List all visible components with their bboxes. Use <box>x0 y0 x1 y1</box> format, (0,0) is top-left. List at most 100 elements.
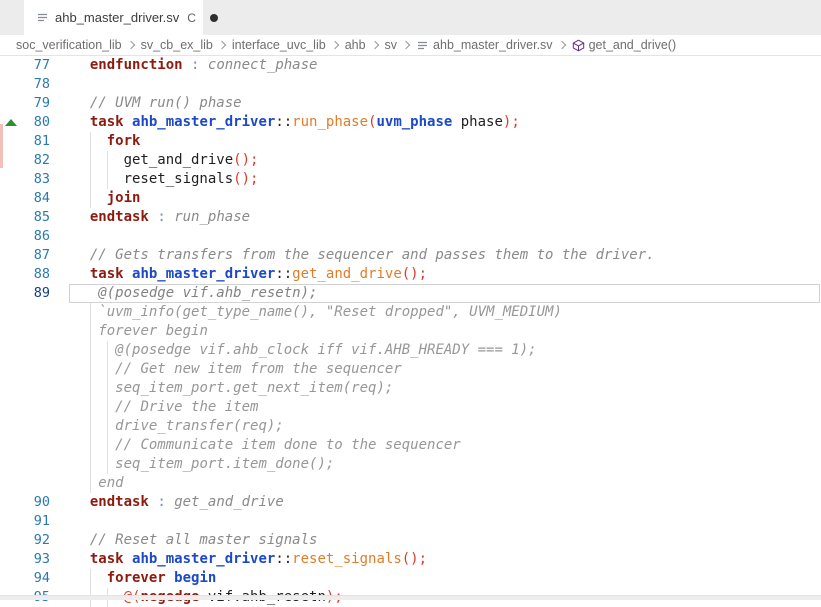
line-number[interactable]: 82 <box>24 151 50 170</box>
indent-guide <box>90 360 91 379</box>
code-line-ghost[interactable]: forever begin <box>0 322 821 341</box>
code-line-89[interactable]: 89 @(posedge vif.ahb_resetn); <box>0 284 821 303</box>
chevron-right-icon <box>370 41 378 49</box>
code-line-ghost[interactable]: @(posedge vif.ahb_clock iff vif.AHB_HREA… <box>0 341 821 360</box>
line-number <box>24 303 50 322</box>
indent-guide <box>107 398 108 417</box>
tab-ahb-master-driver[interactable]: ahb_master_driver.sv C <box>24 0 203 35</box>
code-line-79[interactable]: 79 // UVM run() phase <box>0 94 821 113</box>
token: (); <box>402 266 427 282</box>
ghost-suggestion-text: // Get new item from the sequencer <box>115 361 402 377</box>
ghost-text: @(posedge vif.ahb_clock iff vif.AHB_HREA… <box>73 341 821 360</box>
code-line-84[interactable]: 84 join <box>0 189 821 208</box>
line-number[interactable]: 85 <box>24 208 50 227</box>
code-line-ghost[interactable]: // Get new item from the sequencer <box>0 360 821 379</box>
line-number[interactable]: 93 <box>24 550 50 569</box>
code-line-83[interactable]: 83 reset_signals(); <box>0 170 821 189</box>
code-line-ghost[interactable]: `uvm_info(get_type_name(), "Reset droppe… <box>0 303 821 322</box>
line-number[interactable]: 81 <box>24 132 50 151</box>
glyph-margin <box>0 284 24 303</box>
code-line-ghost[interactable]: seq_item_port.get_next_item(req); <box>0 379 821 398</box>
glyph-margin <box>0 132 24 151</box>
ghost-suggestion-text: `uvm_info(get_type_name(), "Reset droppe… <box>98 304 562 320</box>
glyph-margin <box>0 417 24 436</box>
token: begin <box>174 570 216 586</box>
indent-guide <box>90 569 91 588</box>
code-line-77[interactable]: 77 endfunction : connect_phase <box>0 56 821 75</box>
token: :: <box>275 551 292 567</box>
line-number[interactable]: 78 <box>24 75 50 94</box>
code-line-ghost[interactable]: seq_item_port.item_done(); <box>0 455 821 474</box>
line-number[interactable]: 89 <box>24 284 50 303</box>
unsaved-changes-indicator[interactable] <box>210 14 218 22</box>
line-number[interactable]: 80 <box>24 113 50 132</box>
line-number[interactable]: 88 <box>24 265 50 284</box>
code-line-93[interactable]: 93 task ahb_master_driver::reset_signals… <box>0 550 821 569</box>
line-number[interactable]: 79 <box>24 94 50 113</box>
line-number[interactable]: 90 <box>24 493 50 512</box>
chevron-right-icon <box>126 41 134 49</box>
code-line-86[interactable]: 86 <box>0 227 821 246</box>
indent-guide <box>107 436 108 455</box>
code-text <box>73 75 821 94</box>
code-line-87[interactable]: 87 // Gets transfers from the sequencer … <box>0 246 821 265</box>
token: // Reset all master signals <box>90 532 318 548</box>
code-line-82[interactable]: 82 get_and_drive(); <box>0 151 821 170</box>
line-number[interactable]: 77 <box>24 56 50 75</box>
code-line-ghost[interactable]: drive_transfer(req); <box>0 417 821 436</box>
breadcrumb-item-sv[interactable]: sv <box>385 38 398 52</box>
glyph-margin <box>0 493 24 512</box>
breadcrumb-item-soc-verification-lib[interactable]: soc_verification_lib <box>16 38 122 52</box>
token: get_and_drive <box>124 152 234 168</box>
line-number[interactable]: 87 <box>24 246 50 265</box>
token: ahb_master_driver <box>132 551 275 567</box>
code-line-81[interactable]: 81 fork <box>0 132 821 151</box>
line-number[interactable]: 92 <box>24 531 50 550</box>
token: endtask <box>90 209 149 225</box>
glyph-margin <box>0 360 24 379</box>
token: task <box>90 266 124 282</box>
horizontal-scrollbar[interactable] <box>0 595 821 600</box>
tab-filename: ahb_master_driver.sv <box>55 10 179 25</box>
code-line-88[interactable]: 88 task ahb_master_driver::get_and_drive… <box>0 265 821 284</box>
indent-guide <box>90 151 91 170</box>
indent-guide <box>90 132 91 151</box>
code-line-ghost[interactable]: // Drive the item <box>0 398 821 417</box>
breadcrumb-label: ahb_master_driver.sv <box>433 38 553 52</box>
glyph-margin <box>0 550 24 569</box>
code-line-80[interactable]: 80 task ahb_master_driver::run_phase(uvm… <box>0 113 821 132</box>
green-triangle-up-icon[interactable] <box>5 119 17 126</box>
breadcrumb-item-get-and-drive-[interactable]: get_and_drive() <box>572 38 677 52</box>
breadcrumb-item-ahb[interactable]: ahb <box>345 38 366 52</box>
symbol-method-icon <box>572 39 585 52</box>
breadcrumb-item-interface-uvc-lib[interactable]: interface_uvc_lib <box>232 38 326 52</box>
line-number[interactable]: 94 <box>24 569 50 588</box>
glyph-margin <box>0 474 24 493</box>
code-line-ghost[interactable]: end <box>0 474 821 493</box>
glyph-margin <box>0 379 24 398</box>
breadcrumb-item-sv-cb-ex-lib[interactable]: sv_cb_ex_lib <box>141 38 213 52</box>
code-text: endtask : get_and_drive <box>73 493 821 512</box>
indent-guide <box>90 341 91 360</box>
token: :: <box>275 114 292 130</box>
code-line-94[interactable]: 94 forever begin <box>0 569 821 588</box>
code-line-78[interactable]: 78 <box>0 75 821 94</box>
code-line-91[interactable]: 91 <box>0 512 821 531</box>
line-number[interactable]: 86 <box>24 227 50 246</box>
code-line-92[interactable]: 92 // Reset all master signals <box>0 531 821 550</box>
indent-guide <box>90 170 91 189</box>
line-number <box>24 379 50 398</box>
line-number[interactable]: 83 <box>24 170 50 189</box>
token: (); <box>402 551 427 567</box>
indent-guide <box>107 379 108 398</box>
code-line-85[interactable]: 85 endtask : run_phase <box>0 208 821 227</box>
chevron-right-icon <box>330 41 338 49</box>
breadcrumb-item-ahb-master-driver-sv[interactable]: ahb_master_driver.sv <box>416 38 553 52</box>
line-number[interactable]: 91 <box>24 512 50 531</box>
code-line-ghost[interactable]: // Communicate item done to the sequence… <box>0 436 821 455</box>
line-number <box>24 360 50 379</box>
token: (); <box>233 171 258 187</box>
code-line-90[interactable]: 90 endtask : get_and_drive <box>0 493 821 512</box>
line-number[interactable]: 84 <box>24 189 50 208</box>
indent-guide <box>90 398 91 417</box>
